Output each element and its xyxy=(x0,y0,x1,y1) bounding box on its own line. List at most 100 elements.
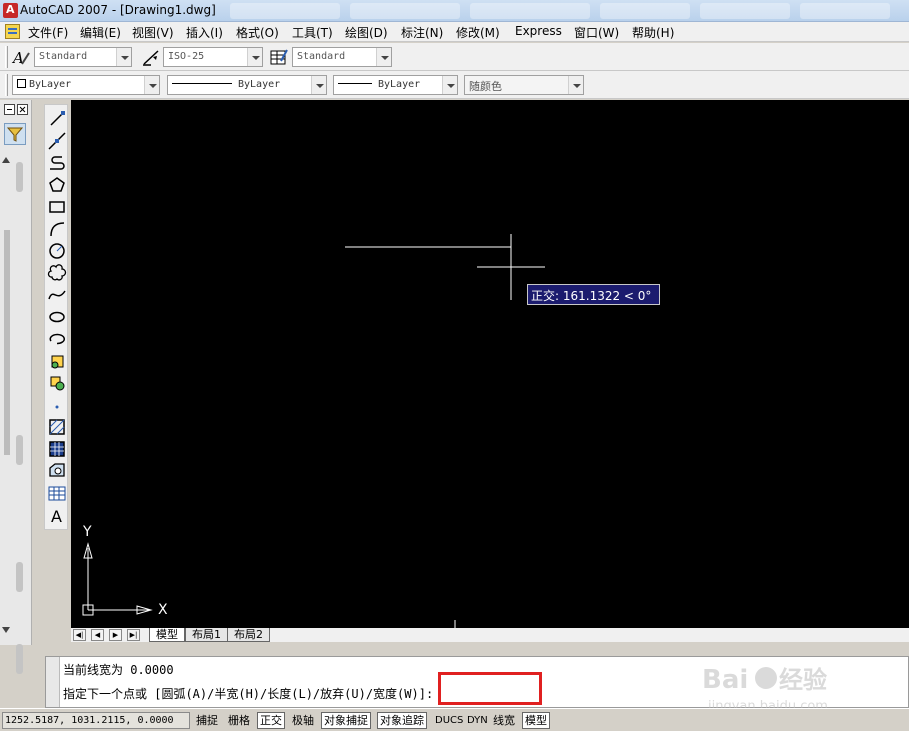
line-tool-icon[interactable] xyxy=(47,109,67,129)
ellipse-tool-icon[interactable] xyxy=(47,307,67,327)
point-tool-icon[interactable] xyxy=(47,395,67,415)
background-tab xyxy=(800,3,890,19)
ortho-toggle[interactable]: 正交 xyxy=(257,712,285,729)
drawing-svg xyxy=(82,234,545,628)
spline-tool-icon[interactable] xyxy=(47,285,67,305)
tab-layout1[interactable]: 布局1 xyxy=(185,628,228,642)
chevron-down-icon xyxy=(568,76,583,94)
ellipse-arc-icon[interactable] xyxy=(47,329,67,349)
polyline-tool-icon[interactable] xyxy=(47,153,67,173)
gradient-tool-icon[interactable] xyxy=(47,439,67,459)
tab-layout2[interactable]: 布局2 xyxy=(227,628,270,642)
menu-express[interactable]: Express xyxy=(515,24,562,38)
construction-line-icon[interactable] xyxy=(47,131,67,151)
layer-color-value: ByLayer xyxy=(29,79,72,90)
first-tab-button[interactable]: ◀| xyxy=(73,629,86,641)
styles-toolbar: A Standard ISO-25 Standard xyxy=(0,43,909,71)
multiline-text-icon[interactable]: A xyxy=(47,505,67,525)
tool-palette-dock xyxy=(0,100,32,674)
rectangle-tool-icon[interactable] xyxy=(47,197,67,217)
text-style-select[interactable]: Standard xyxy=(34,47,132,67)
next-tab-button[interactable]: ▶ xyxy=(109,629,122,641)
layer-color-select[interactable]: ByLayer xyxy=(12,75,160,95)
lineweight-value: ByLayer xyxy=(378,79,421,90)
palette-close-icon[interactable] xyxy=(4,104,30,116)
dyn-toggle[interactable]: DYN xyxy=(464,712,491,729)
menu-modify[interactable]: 修改(M) xyxy=(456,24,500,41)
dimension-style-icon[interactable] xyxy=(141,47,161,67)
menu-view[interactable]: 视图(V) xyxy=(132,24,174,41)
prev-tab-button[interactable]: ◀ xyxy=(91,629,104,641)
background-tab xyxy=(600,3,690,19)
menu-draw[interactable]: 绘图(D) xyxy=(345,24,388,41)
circle-tool-icon[interactable] xyxy=(47,241,67,261)
chevron-down-icon xyxy=(116,48,131,66)
menu-bar: 文件(F) 编辑(E) 视图(V) 插入(I) 格式(O) 工具(T) 绘图(D… xyxy=(0,22,909,42)
palette-scroll-thumb[interactable] xyxy=(16,162,23,192)
toolbar-grip[interactable] xyxy=(5,74,8,96)
chevron-down-icon xyxy=(247,48,262,66)
background-tab xyxy=(350,3,460,19)
menu-dimension[interactable]: 标注(N) xyxy=(401,24,443,41)
linetype-select[interactable]: ByLayer xyxy=(167,75,327,95)
autocad-app-icon[interactable] xyxy=(3,3,18,18)
model-space-toggle[interactable]: 模型 xyxy=(522,712,550,729)
snap-toggle[interactable]: 捕捉 xyxy=(193,712,221,729)
text-style-icon[interactable]: A xyxy=(11,47,31,67)
menu-file[interactable]: 文件(F) xyxy=(28,24,68,41)
menu-edit[interactable]: 编辑(E) xyxy=(80,24,121,41)
palette-scroll-thumb[interactable] xyxy=(16,562,23,592)
menu-window[interactable]: 窗口(W) xyxy=(574,24,619,41)
command-prompt-text: 指定下一个点或 [圆弧(A)/半宽(H)/长度(L)/放弃(U)/ xyxy=(63,687,374,701)
insert-block-icon[interactable] xyxy=(47,351,67,371)
toolbar-grip[interactable] xyxy=(5,46,8,68)
dynamic-input-tooltip: 正交: 161.1322 < 0° xyxy=(527,284,661,305)
palette-scroll-thumb[interactable] xyxy=(16,644,23,674)
svg-text:A: A xyxy=(11,49,24,67)
plot-style-select[interactable]: 随颜色 xyxy=(464,75,584,95)
drawing-canvas[interactable]: Y X 正交: 161.1322 < 0° xyxy=(71,100,909,628)
last-tab-button[interactable]: ▶| xyxy=(127,629,140,641)
lineweight-toggle[interactable]: 线宽 xyxy=(490,712,518,729)
dimension-style-value: ISO-25 xyxy=(168,51,205,62)
lineweight-select[interactable]: ByLayer xyxy=(333,75,458,95)
hatch-tool-icon[interactable] xyxy=(47,417,67,437)
autocad-window: AutoCAD 2007 - [Drawing1.dwg] 文件(F) 编辑(E… xyxy=(0,0,909,731)
menu-tools[interactable]: 工具(T) xyxy=(292,24,333,41)
otrack-toggle[interactable]: 对象追踪 xyxy=(377,712,427,729)
linetype-sample xyxy=(172,83,232,84)
osnap-toggle[interactable]: 对象捕捉 xyxy=(321,712,371,729)
menu-format[interactable]: 格式(O) xyxy=(236,24,279,41)
ucs-icon xyxy=(82,542,153,616)
color-swatch xyxy=(17,79,26,88)
table-style-icon[interactable] xyxy=(269,47,289,67)
properties-filter-icon[interactable] xyxy=(4,123,26,145)
table-tool-icon[interactable] xyxy=(47,483,67,503)
menu-help[interactable]: 帮助(H) xyxy=(632,24,674,41)
coordinate-display[interactable]: 1252.5187, 1031.2115, 0.0000 xyxy=(2,712,190,729)
linetype-value: ByLayer xyxy=(238,79,281,90)
grid-toggle[interactable]: 栅格 xyxy=(225,712,253,729)
ducs-toggle[interactable]: DUCS xyxy=(432,712,466,729)
document-icon[interactable] xyxy=(5,24,20,39)
title-bar: AutoCAD 2007 - [Drawing1.dwg] xyxy=(0,0,909,22)
tab-model[interactable]: 模型 xyxy=(149,628,185,642)
dimension-style-select[interactable]: ISO-25 xyxy=(163,47,263,67)
make-block-icon[interactable] xyxy=(47,373,67,393)
polar-toggle[interactable]: 极轴 xyxy=(289,712,317,729)
arc-tool-icon[interactable] xyxy=(47,219,67,239)
chevron-down-icon xyxy=(311,76,326,94)
region-tool-icon[interactable] xyxy=(47,461,67,481)
polygon-tool-icon[interactable] xyxy=(47,175,67,195)
command-prompt-line[interactable]: 指定下一个点或 [圆弧(A)/半宽(H)/长度(L)/放弃(U)/宽度(W)]: xyxy=(63,685,433,702)
palette-scroll-track[interactable] xyxy=(4,230,10,455)
table-style-select[interactable]: Standard xyxy=(292,47,392,67)
command-history-line: 当前线宽为 0.0000 xyxy=(63,663,174,677)
command-line-grip[interactable] xyxy=(46,657,60,707)
svg-text:A: A xyxy=(51,507,62,525)
palette-scroll-thumb[interactable] xyxy=(16,435,23,465)
revision-cloud-icon[interactable] xyxy=(47,263,67,283)
background-tab xyxy=(700,3,790,19)
menu-insert[interactable]: 插入(I) xyxy=(186,24,223,41)
plot-style-value: 随颜色 xyxy=(469,80,502,93)
